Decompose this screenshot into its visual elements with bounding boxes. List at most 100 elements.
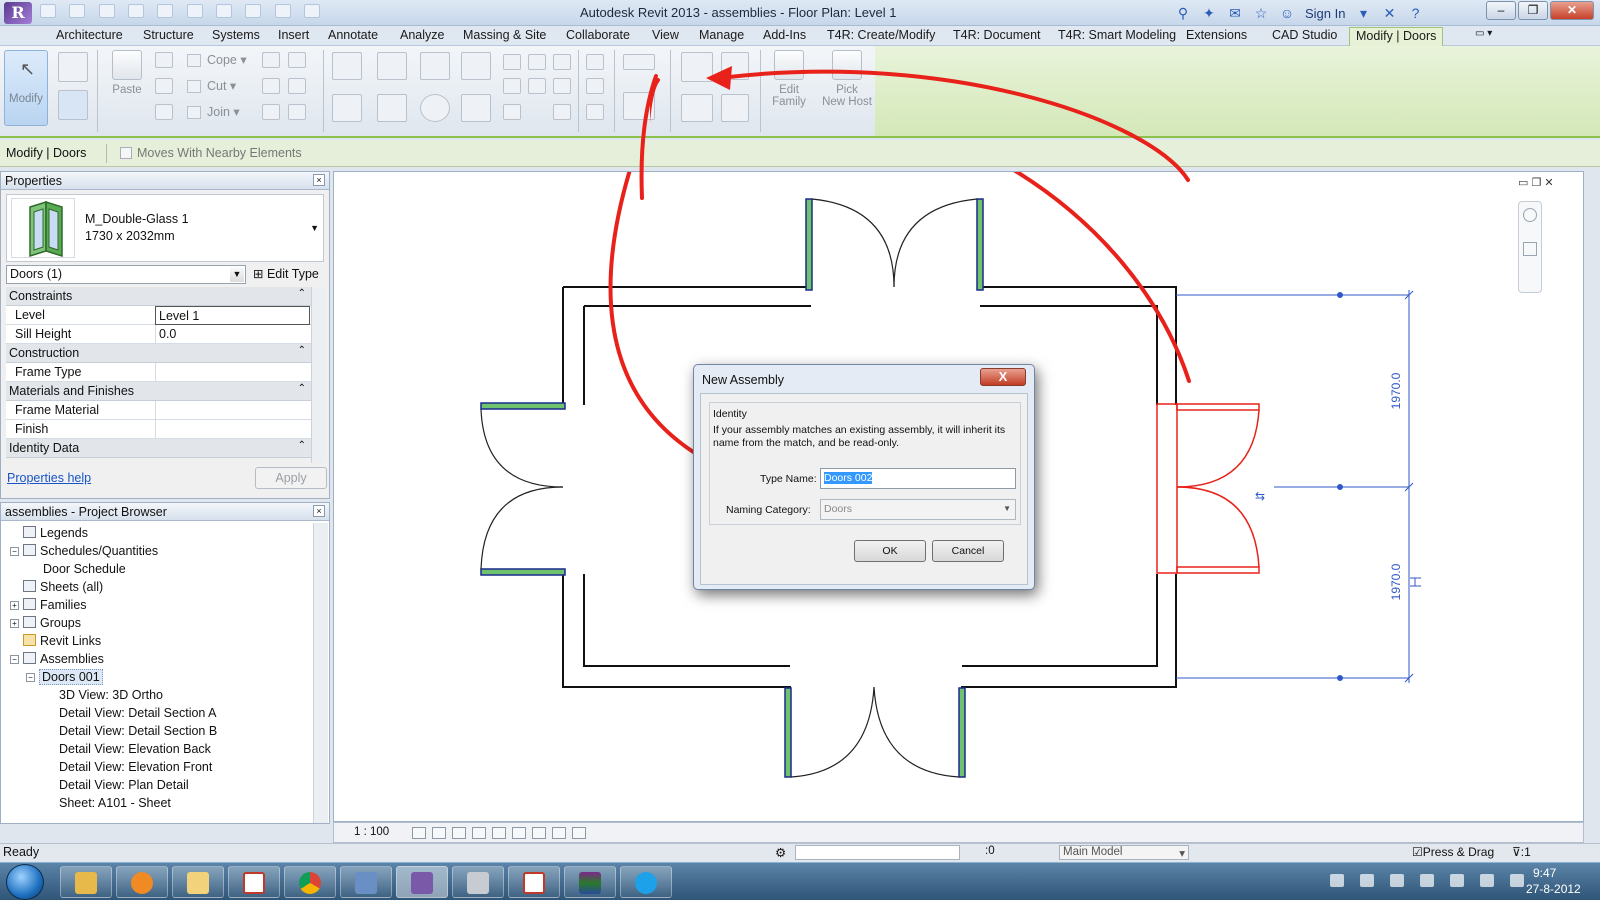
level-field[interactable]: Level 1 <box>155 306 310 325</box>
chevron-down-icon[interactable]: ▼ <box>310 223 319 233</box>
collapse-toggle-icon[interactable]: − <box>26 673 35 682</box>
cut-geometry-button[interactable]: Cut ▾ <box>187 78 236 94</box>
start-button[interactable] <box>6 864 44 900</box>
ribbon-minimize-icon[interactable]: ▭ ▾ <box>1475 28 1492 39</box>
media-player-taskbar-button[interactable] <box>116 866 168 898</box>
shadows-icon[interactable] <box>472 827 486 839</box>
reveal-hidden-icon[interactable] <box>552 827 566 839</box>
subscription-icon[interactable]: ✦ <box>1201 5 1217 21</box>
monitor-icon[interactable] <box>1420 874 1434 887</box>
flag-icon[interactable] <box>1390 874 1404 887</box>
category-identity-data[interactable]: Identity Data ⌃ <box>6 439 311 458</box>
move-icon[interactable] <box>332 94 362 122</box>
split-face-icon[interactable] <box>288 52 306 68</box>
section-icon[interactable] <box>274 4 291 18</box>
winrar-taskbar-button[interactable] <box>564 866 616 898</box>
type-name-input[interactable]: Doors 002 <box>820 468 1016 489</box>
expand-toggle-icon[interactable]: + <box>10 601 19 610</box>
frame-material-field[interactable] <box>155 401 310 420</box>
visual-style-icon[interactable] <box>432 827 446 839</box>
match-type-icon[interactable] <box>155 104 173 120</box>
clock-date[interactable]: 27-8-2012 <box>1526 882 1581 896</box>
collapse-icon[interactable]: ⌃ <box>298 288 306 299</box>
instance-filter-dropdown[interactable]: Doors (1) ▼ <box>6 265 246 284</box>
cope-button[interactable]: Cope ▾ <box>187 52 247 68</box>
close-icon[interactable]: × <box>313 505 325 517</box>
tab-structure[interactable]: Structure <box>143 28 194 42</box>
tab-manage[interactable]: Manage <box>699 28 744 42</box>
apply-button[interactable]: Apply <box>255 467 327 489</box>
tree-item-elevation-front[interactable]: Detail View: Elevation Front <box>59 760 212 774</box>
quick-access-toolbar[interactable] <box>40 4 490 22</box>
align-icon[interactable] <box>332 52 362 80</box>
collapse-icon[interactable]: ⌃ <box>298 440 306 451</box>
exchange-icon[interactable]: ✕ <box>1381 5 1397 21</box>
selected-door[interactable] <box>1156 403 1260 574</box>
paste-button[interactable]: Paste <box>107 50 147 96</box>
copy-icon[interactable] <box>377 94 407 122</box>
rotate-icon[interactable] <box>420 94 450 122</box>
override-graphics-icon[interactable] <box>586 104 604 120</box>
wall-join-pick-icon[interactable] <box>288 104 306 120</box>
cancel-button[interactable]: Cancel <box>932 540 1004 562</box>
linework-icon[interactable] <box>586 78 604 94</box>
user-icon[interactable]: ☺ <box>1279 5 1295 21</box>
save-icon[interactable] <box>69 4 86 18</box>
zoom-icon[interactable] <box>1523 242 1537 256</box>
delete-icon[interactable] <box>553 104 571 120</box>
tree-item-door-schedule[interactable]: Door Schedule <box>43 562 126 576</box>
tree-item-doors-001[interactable]: − Doors 001 <box>26 669 103 685</box>
tab-architecture[interactable]: Architecture <box>56 28 123 42</box>
pin-icon[interactable] <box>528 54 546 70</box>
close-window-button[interactable]: ✕ <box>1550 1 1594 20</box>
detail-level-icon[interactable] <box>412 827 426 839</box>
communication-icon[interactable]: ✉ <box>1227 5 1243 21</box>
paint-taskbar-button[interactable] <box>172 866 224 898</box>
category-construction[interactable]: Construction ⌃ <box>6 344 311 363</box>
gmail-notifier-taskbar-button[interactable] <box>508 866 560 898</box>
wall-joins-icon[interactable] <box>262 52 280 68</box>
collapse-toggle-icon[interactable]: − <box>10 655 19 664</box>
redo-icon[interactable] <box>128 4 145 18</box>
show-hidden-icon[interactable] <box>1360 874 1374 887</box>
chrome-taskbar-button[interactable] <box>284 866 336 898</box>
revit-app-menu-button[interactable]: R <box>4 2 32 24</box>
tree-item-revit-links[interactable]: Revit Links <box>23 634 101 648</box>
paint-icon[interactable] <box>288 78 306 94</box>
filter-count[interactable]: ⊽:1 <box>1512 845 1531 859</box>
collapse-icon[interactable]: ⌃ <box>298 345 306 356</box>
press-drag-toggle[interactable]: ☑Press & Drag <box>1412 845 1494 859</box>
array-icon[interactable] <box>503 78 521 94</box>
tree-item-detail-section-b[interactable]: Detail View: Detail Section B <box>59 724 217 738</box>
tree-item-families[interactable]: + Families <box>10 598 87 612</box>
tree-item-sheet-a101[interactable]: Sheet: A101 - Sheet <box>59 796 171 810</box>
type-selector[interactable]: M_Double-Glass 1 1730 x 2032mm ▼ <box>6 194 324 262</box>
tree-item-legends[interactable]: Legends <box>23 526 88 540</box>
moves-with-nearby-checkbox[interactable] <box>120 147 132 159</box>
join-button[interactable]: Join ▾ <box>187 104 240 120</box>
binoculars-icon[interactable]: ⚲ <box>1175 5 1191 21</box>
modify-tool-button[interactable]: ↖ Modify <box>4 50 48 126</box>
extend-icon[interactable] <box>553 78 571 94</box>
flip-controls-icon[interactable]: ⇆ <box>1255 489 1265 503</box>
3d-view-icon[interactable] <box>245 4 262 18</box>
cut-clipboard-icon[interactable] <box>155 52 173 68</box>
switch-windows-icon[interactable] <box>304 4 321 18</box>
undo-icon[interactable] <box>98 4 115 18</box>
dialog-close-button[interactable]: X <box>980 368 1026 386</box>
beam-join-icon[interactable] <box>262 104 280 120</box>
navigation-bar[interactable] <box>1518 201 1542 293</box>
dropbox-icon[interactable] <box>1480 874 1494 887</box>
finish-field[interactable] <box>155 420 310 439</box>
temporary-hide-icon[interactable] <box>532 827 546 839</box>
tab-massing-site[interactable]: Massing & Site <box>463 28 546 42</box>
worksets-icon[interactable]: ⚙ <box>775 845 786 860</box>
tab-annotate[interactable]: Annotate <box>328 28 378 42</box>
tree-item-plan-detail[interactable]: Detail View: Plan Detail <box>59 778 189 792</box>
network-icon[interactable] <box>1510 874 1524 887</box>
tab-modify-doors[interactable]: Modify | Doors <box>1349 27 1444 46</box>
type-properties-icon[interactable] <box>58 52 88 82</box>
explorer-taskbar-button[interactable] <box>60 866 112 898</box>
mirror-axis-icon[interactable] <box>420 52 450 80</box>
tab-t4r-create-modify[interactable]: T4R: Create/Modify <box>827 28 935 42</box>
